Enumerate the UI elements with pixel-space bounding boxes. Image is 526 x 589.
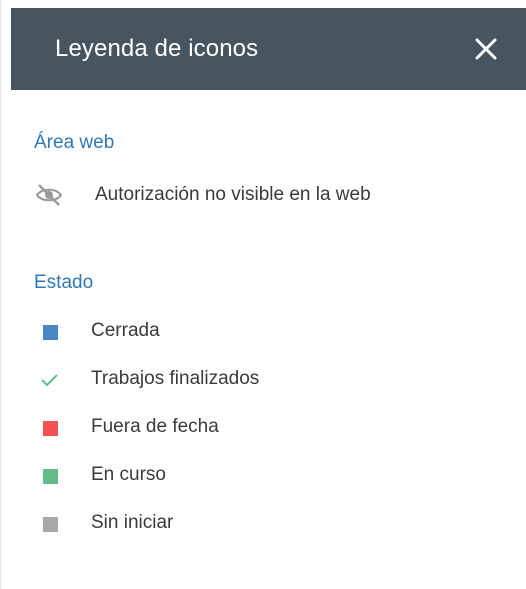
legend-item-label: Trabajos finalizados bbox=[91, 368, 260, 389]
legend-item-label: En curso bbox=[91, 464, 166, 485]
panel-title: Leyenda de iconos bbox=[55, 35, 259, 62]
legend-item-sin-iniciar: Sin iniciar bbox=[34, 508, 514, 538]
close-button[interactable] bbox=[471, 34, 501, 64]
section-title-area-web: Área web bbox=[34, 132, 115, 153]
legend-item-trabajos-finalizados: Trabajos finalizados bbox=[34, 364, 514, 394]
legend-item-label: Cerrada bbox=[91, 320, 160, 341]
legend-item-cerrada: Cerrada bbox=[34, 316, 514, 346]
section-title-estado: Estado bbox=[34, 272, 94, 293]
legend-item-not-visible-web: Autorización no visible en la web bbox=[34, 180, 514, 210]
legend-item-label: Sin iniciar bbox=[91, 512, 174, 533]
closed-square-icon bbox=[34, 316, 64, 346]
panel-header: Leyenda de iconos bbox=[11, 8, 526, 90]
legend-item-fuera-de-fecha: Fuera de fecha bbox=[34, 412, 514, 442]
check-icon bbox=[34, 364, 64, 394]
close-icon bbox=[475, 38, 497, 60]
not-started-square-icon bbox=[34, 508, 64, 538]
in-progress-square-icon bbox=[34, 460, 64, 490]
overdue-square-icon bbox=[34, 412, 64, 442]
legend-item-en-curso: En curso bbox=[34, 460, 514, 490]
legend-item-label: Fuera de fecha bbox=[91, 416, 219, 437]
eye-off-icon bbox=[34, 180, 64, 210]
icon-legend-panel: Leyenda de iconos Área web Autorización … bbox=[0, 0, 526, 589]
legend-item-label: Autorización no visible en la web bbox=[95, 184, 371, 205]
